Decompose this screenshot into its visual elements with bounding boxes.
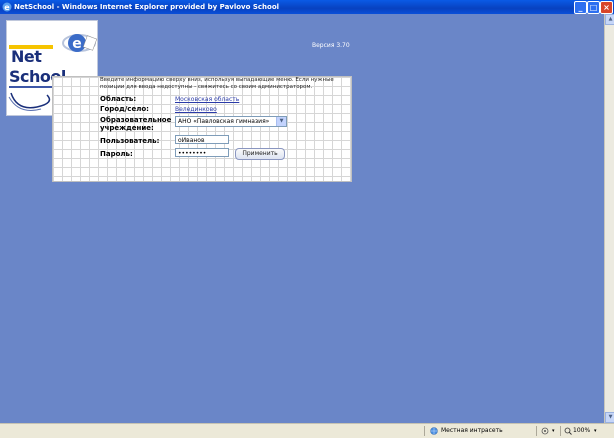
logo-net-text: Net [11,47,42,66]
password-label: Пароль: [100,150,133,158]
user-label: Пользователь: [100,137,160,145]
zone-text: Местная интрасеть [441,427,503,434]
security-dropdown-icon[interactable]: ▾ [552,424,555,438]
password-input[interactable]: •••••••• [175,148,229,157]
region-label: Область: [100,95,137,103]
school-select[interactable]: АНО «Павловская гимназия» ▼ [175,116,287,127]
window-title: NetSchool - Windows Internet Explorer pr… [14,3,280,11]
region-link[interactable]: Московская область [175,96,239,103]
user-input[interactable]: оИванов [175,135,229,144]
school-select-value: АНО «Павловская гимназия» [178,118,270,125]
window-titlebar[interactable]: e NetSchool - Windows Internet Explorer … [0,0,614,14]
status-divider [560,426,561,436]
globe-icon [430,427,438,435]
security-icon[interactable] [541,427,549,435]
zoom-level[interactable]: 100% [573,424,590,438]
apply-button[interactable]: Применить [235,148,285,160]
svg-text:e: e [72,36,82,52]
zoom-icon[interactable] [564,427,572,435]
vertical-scrollbar[interactable]: ▲ ▼ [604,14,614,423]
city-link[interactable]: Велединково [175,106,217,113]
scroll-down-icon[interactable]: ▼ [605,412,614,423]
minimize-button[interactable]: _ [574,1,587,14]
svg-text:e: e [4,3,10,12]
ie-logo-icon: e [2,2,12,12]
status-divider [424,426,425,436]
status-bar: Местная интрасеть ▾ 100% ▾ [0,423,614,438]
login-instructions: Введите информацию сверху вниз, использу… [100,77,334,90]
city-label: Город/село: [100,105,149,113]
login-panel [52,76,352,182]
scroll-up-icon[interactable]: ▲ [605,14,614,25]
status-divider [536,426,537,436]
version-label: Версия 3.70 [312,42,350,49]
zoom-dropdown-icon[interactable]: ▾ [594,424,597,438]
chevron-down-icon[interactable]: ▼ [276,117,286,126]
ie-e-icon: e [62,34,97,52]
maximize-button[interactable]: □ [587,1,600,14]
close-button[interactable]: × [600,1,613,14]
school-label: Образовательное учреждение: [100,116,172,132]
